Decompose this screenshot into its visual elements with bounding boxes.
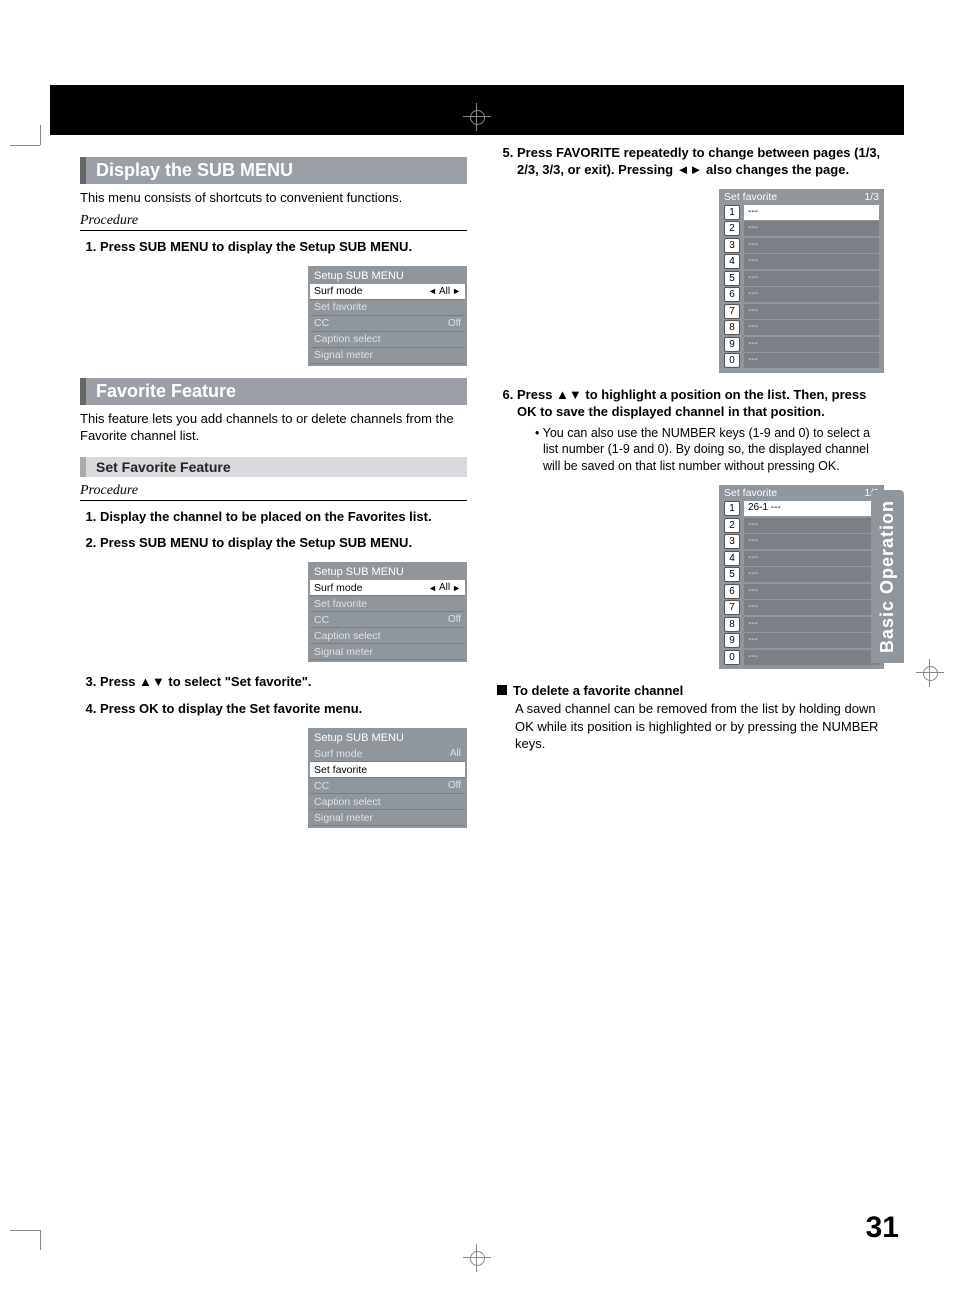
menu-row-surf-mode: Surf mode ◄All► [310, 284, 465, 300]
crop-mark [10, 1210, 50, 1250]
menu-row-set-favorite: Set favorite [310, 300, 465, 316]
menu-row-caption-select: Caption select [310, 332, 465, 348]
menu-title: Setup SUB MENU [310, 268, 465, 284]
setup-sub-menu-2: Setup SUB MENU Surf mode ◄All► Set favor… [308, 562, 467, 662]
step-1: Press SUB MENU to display the Setup SUB … [100, 239, 467, 256]
side-tab-basic-operation: Basic Operation [871, 490, 904, 663]
fav-step-1: Display the channel to be placed on the … [100, 509, 467, 526]
set-favorite-list-2: Set favorite1/3 126-1 --- 2--- 3--- 4---… [719, 485, 884, 669]
menu-row-cc: CCOff [310, 316, 465, 332]
procedure-label: Procedure [80, 213, 467, 231]
delete-favorite-body: A saved channel can be removed from the … [515, 700, 884, 753]
procedure-label: Procedure [80, 483, 467, 501]
section1-intro: This menu consists of shortcuts to conve… [80, 190, 467, 207]
fav-step-2: Press SUB MENU to display the Setup SUB … [100, 535, 467, 552]
section2-intro: This feature lets you add channels to or… [80, 411, 467, 445]
registration-mark [916, 659, 944, 687]
registration-mark [463, 103, 491, 131]
setup-sub-menu-1: Setup SUB MENU Surf mode ◄All► Set favor… [308, 266, 467, 366]
fav-step-4: Press OK to display the Set favorite men… [100, 701, 467, 718]
page-number: 31 [866, 1211, 899, 1245]
section-display-sub-menu: Display the SUB MENU [80, 157, 467, 184]
fav-step-5: Press FAVORITE repeatedly to change betw… [517, 145, 884, 179]
section-favorite-feature: Favorite Feature [80, 378, 467, 405]
fav-step-3: Press ▲▼ to select "Set favorite". [100, 674, 467, 691]
step6-note: • You can also use the NUMBER keys (1-9 … [543, 425, 884, 476]
fav-step-6: Press ▲▼ to highlight a position on the … [517, 387, 884, 475]
menu-row-signal-meter: Signal meter [310, 348, 465, 364]
set-favorite-list-1: Set favorite1/3 1--- 2--- 3--- 4--- 5---… [719, 189, 884, 373]
registration-mark [463, 1244, 491, 1272]
subsection-set-favorite: Set Favorite Feature [80, 457, 467, 477]
setup-sub-menu-3: Setup SUB MENU Surf modeAll Set favorite… [308, 728, 467, 828]
crop-mark [10, 125, 50, 165]
delete-favorite-heading: To delete a favorite channel [497, 683, 884, 698]
